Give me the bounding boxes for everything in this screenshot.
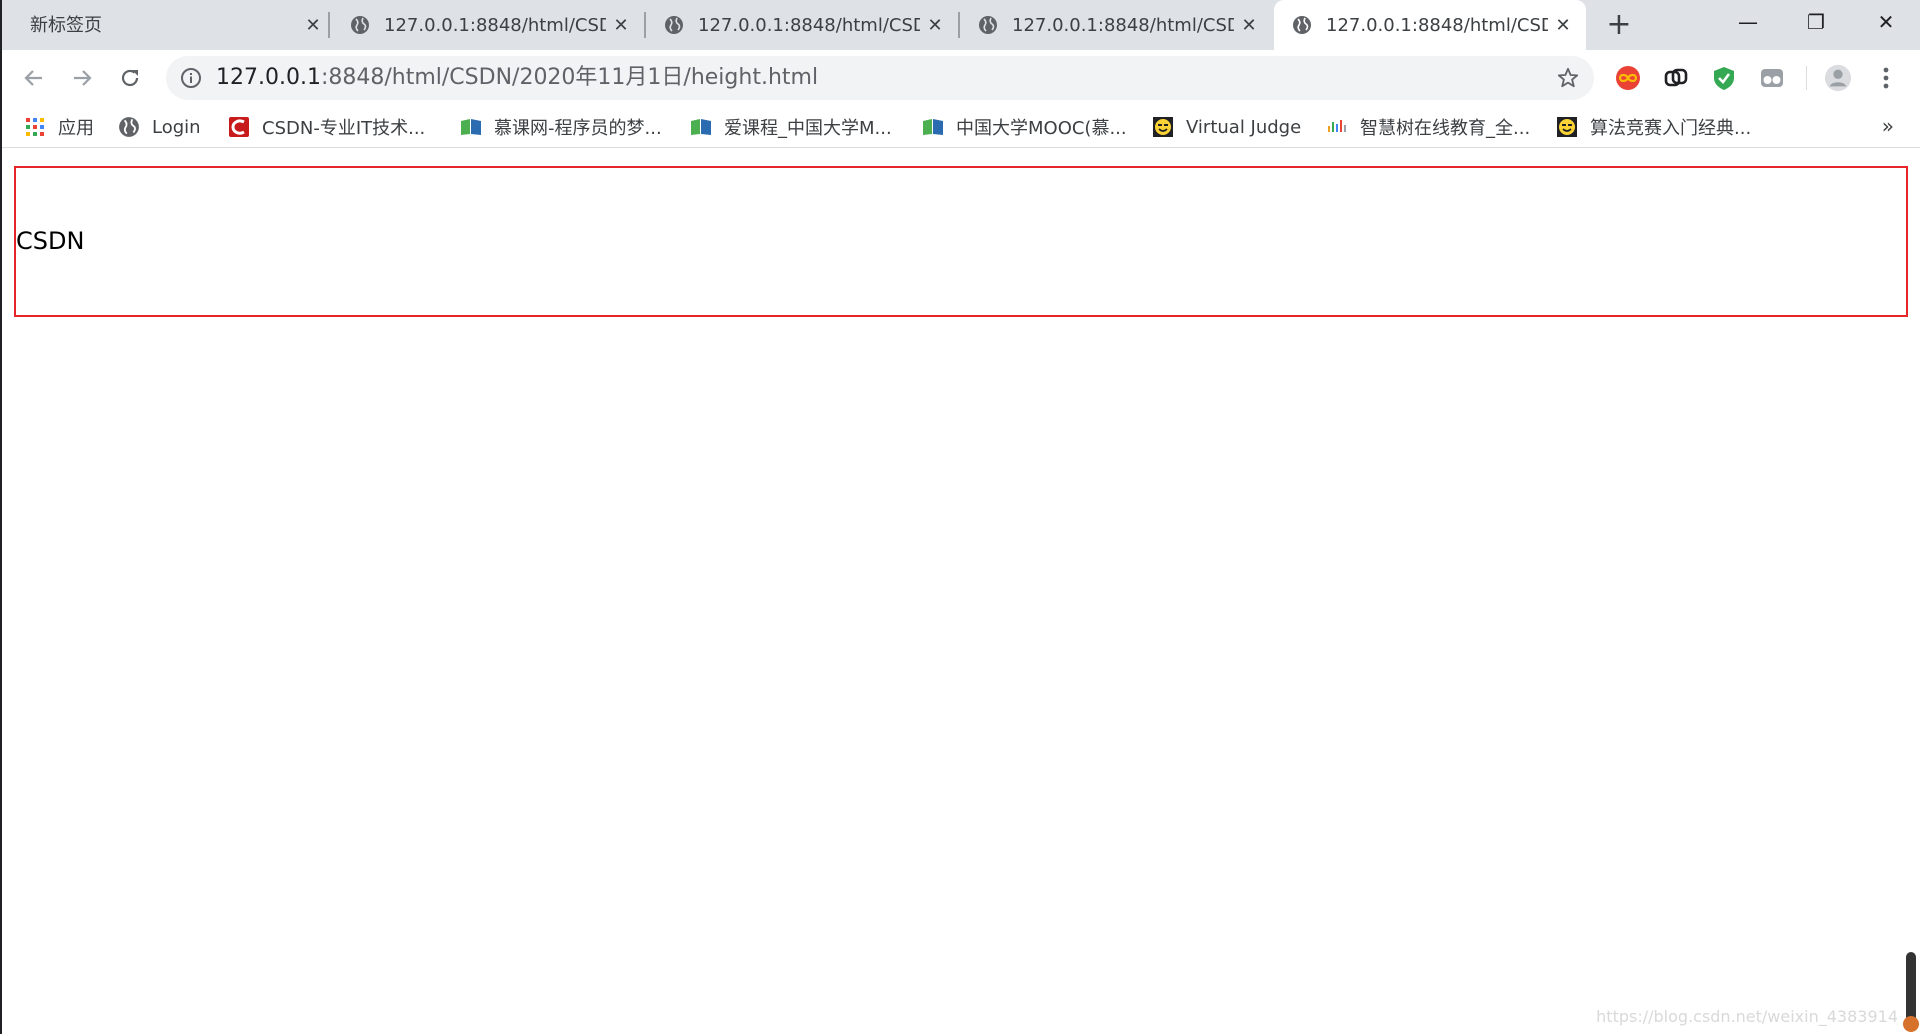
box-text: CSDN bbox=[16, 227, 85, 255]
book-icon bbox=[461, 119, 481, 135]
bookmark-label: 算法竞赛入门经典... bbox=[1590, 118, 1752, 139]
tab-page-1[interactable]: 127.0.0.1:8848/html/CSDN/ ✕ bbox=[332, 0, 644, 50]
tab-close-icon[interactable]: ✕ bbox=[1552, 14, 1574, 36]
url-path: :8848/html/CSDN/2020年11月1日/height.html bbox=[320, 65, 819, 90]
watermark-text: https://blog.csdn.net/weixin_4383914 bbox=[1596, 1007, 1898, 1026]
globe-icon bbox=[1293, 16, 1311, 34]
bookmarks-bar: 应用 Login CSDN-专业IT技术... 慕课网-程序员的梦... 爱课程… bbox=[0, 106, 1920, 148]
tab-close-icon[interactable]: ✕ bbox=[1238, 14, 1260, 36]
menu-kebab-icon[interactable] bbox=[1872, 64, 1900, 92]
extension-infinity-icon[interactable] bbox=[1614, 64, 1642, 92]
bookmark-label: 智慧树在线教育_全... bbox=[1360, 118, 1531, 139]
tab-close-icon[interactable]: ✕ bbox=[924, 14, 946, 36]
new-tab-button[interactable]: + bbox=[1604, 10, 1634, 40]
bookmark-zhihuishu[interactable]: 智慧树在线教育_全... bbox=[1326, 114, 1530, 140]
apps-grid-icon bbox=[26, 118, 44, 136]
bookmark-label: 中国大学MOOC(慕... bbox=[956, 118, 1127, 139]
window-left-edge bbox=[0, 0, 2, 1034]
tab-page-3[interactable]: 127.0.0.1:8848/html/CSDN/ ✕ bbox=[960, 0, 1272, 50]
toolbar: 127.0.0.1:8848/html/CSDN/2020年11月1日/heig… bbox=[0, 50, 1920, 106]
tab-title: 127.0.0.1:8848/html/CSDN/ bbox=[1326, 15, 1548, 36]
profile-avatar-icon[interactable] bbox=[1824, 64, 1852, 92]
bookmark-algorithms[interactable]: 算法竞赛入门经典... bbox=[1556, 114, 1751, 140]
tab-separator bbox=[328, 12, 330, 38]
tab-title: 127.0.0.1:8848/html/CSDN/ bbox=[1012, 15, 1234, 36]
book-icon bbox=[923, 119, 943, 135]
arrow-left-icon bbox=[24, 70, 42, 86]
tab-title: 127.0.0.1:8848/html/CSDN/ bbox=[698, 15, 920, 36]
url-text[interactable]: 127.0.0.1:8848/html/CSDN/2020年11月1日/heig… bbox=[216, 65, 818, 91]
bookmark-login[interactable]: Login bbox=[118, 114, 201, 140]
tab-close-icon[interactable]: ✕ bbox=[302, 14, 324, 36]
url-host: 127.0.0.1 bbox=[216, 65, 321, 90]
minimize-button[interactable]: — bbox=[1714, 0, 1782, 44]
globe-icon bbox=[665, 16, 683, 34]
close-window-button[interactable]: ✕ bbox=[1852, 0, 1920, 44]
tab-title: 新标签页 bbox=[30, 15, 102, 36]
smiley-icon bbox=[1557, 117, 1577, 137]
bookmark-label: 爱课程_中国大学M... bbox=[724, 118, 892, 139]
tab-new-tab[interactable]: 新标签页 ✕ bbox=[8, 0, 321, 50]
csdn-logo-icon bbox=[229, 117, 249, 137]
tab-title: 127.0.0.1:8848/html/CSDN/ bbox=[384, 15, 606, 36]
extension-link-icon[interactable] bbox=[1662, 64, 1690, 92]
scrollbar-thumb[interactable] bbox=[1903, 952, 1919, 1032]
forward-button[interactable] bbox=[66, 62, 98, 94]
back-button[interactable] bbox=[18, 62, 50, 94]
bookmark-label: Virtual Judge bbox=[1186, 116, 1302, 138]
arrow-right-icon bbox=[74, 70, 92, 86]
extension-shield-icon[interactable] bbox=[1710, 64, 1738, 92]
smiley-icon bbox=[1153, 117, 1173, 137]
tab-page-4-active[interactable]: 127.0.0.1:8848/html/CSDN/ ✕ bbox=[1274, 0, 1586, 50]
bookmark-label: 慕课网-程序员的梦... bbox=[494, 118, 662, 139]
bookmark-virtual-judge[interactable]: Virtual Judge bbox=[1152, 114, 1301, 140]
bookmark-label: Login bbox=[152, 116, 201, 138]
tab-page-2[interactable]: 127.0.0.1:8848/html/CSDN/ ✕ bbox=[646, 0, 958, 50]
reload-button[interactable] bbox=[114, 62, 146, 94]
bookmarks-overflow-button[interactable]: » bbox=[1882, 114, 1894, 138]
globe-icon bbox=[979, 16, 997, 34]
book-icon bbox=[691, 119, 711, 135]
star-icon[interactable] bbox=[1556, 66, 1580, 90]
info-icon[interactable] bbox=[180, 67, 202, 89]
page-content: CSDN https://blog.csdn.net/weixin_438391… bbox=[0, 149, 1920, 1034]
bookmark-label: CSDN-专业IT技术... bbox=[262, 118, 426, 139]
extension-incognito-icon[interactable] bbox=[1758, 64, 1786, 92]
tab-strip: 新标签页 ✕ 127.0.0.1:8848/html/CSDN/ ✕ 127.0… bbox=[0, 0, 1920, 50]
bookmark-icourses[interactable]: 爱课程_中国大学M... bbox=[690, 114, 892, 140]
bookmark-csdn[interactable]: CSDN-专业IT技术... bbox=[228, 114, 425, 140]
restore-button[interactable]: ❐ bbox=[1782, 0, 1850, 44]
bookmark-apps[interactable]: 应用 bbox=[24, 114, 94, 140]
bookmark-label: 应用 bbox=[58, 118, 94, 139]
bookmark-mooc[interactable]: 中国大学MOOC(慕... bbox=[922, 114, 1127, 140]
address-bar[interactable]: 127.0.0.1:8848/html/CSDN/2020年11月1日/heig… bbox=[166, 56, 1594, 100]
height-demo-box: CSDN bbox=[14, 166, 1908, 317]
tab-close-icon[interactable]: ✕ bbox=[610, 14, 632, 36]
bookmark-imooc[interactable]: 慕课网-程序员的梦... bbox=[460, 114, 662, 140]
reload-icon bbox=[121, 69, 139, 87]
globe-icon bbox=[119, 117, 139, 137]
toolbar-divider bbox=[1806, 66, 1807, 90]
browser-window: 新标签页 ✕ 127.0.0.1:8848/html/CSDN/ ✕ 127.0… bbox=[0, 0, 1920, 1034]
bars-icon bbox=[1328, 120, 1346, 132]
globe-icon bbox=[351, 16, 369, 34]
